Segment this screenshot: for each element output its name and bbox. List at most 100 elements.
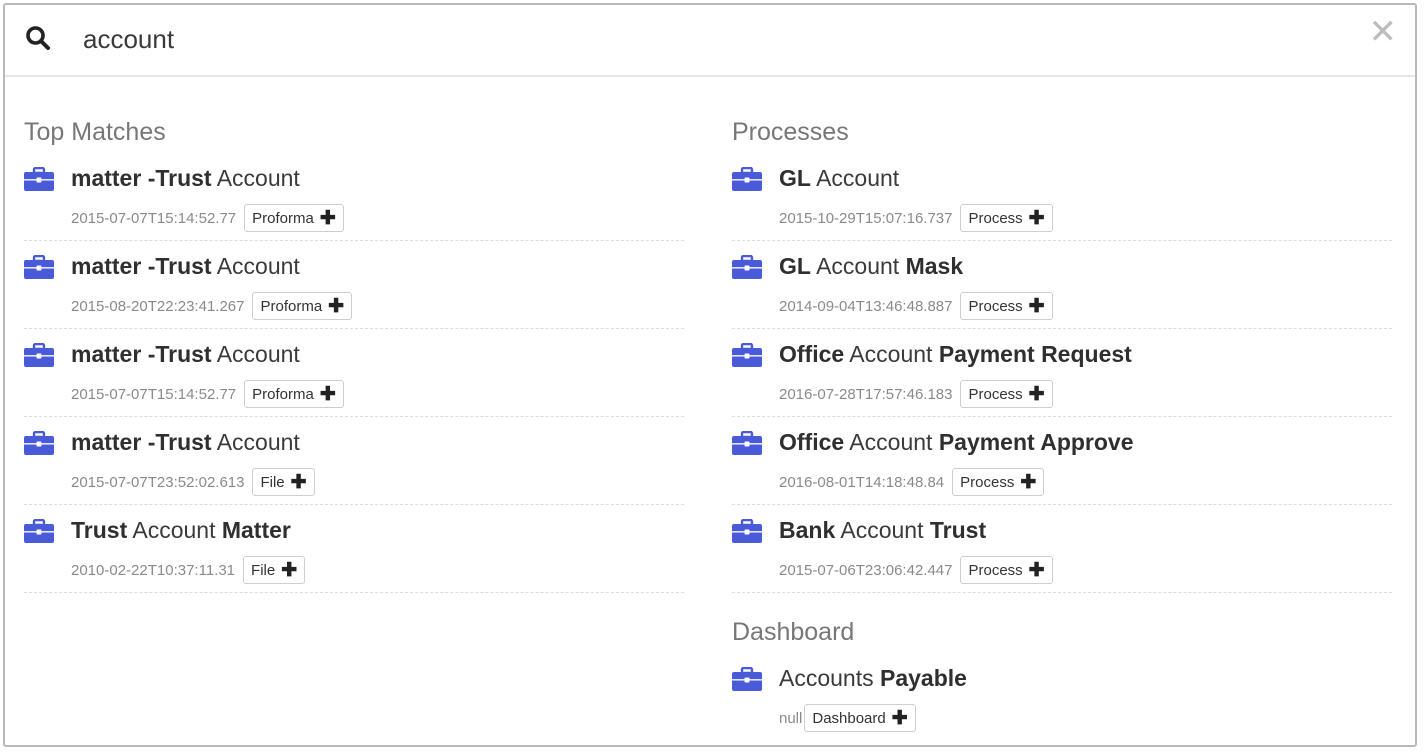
result-meta: 2015-07-07T15:14:52.77 Proforma ✚ xyxy=(71,380,344,408)
result-row[interactable]: matter -Trust Account 2015-07-07T15:14:52… xyxy=(24,329,684,417)
result-row[interactable]: Accounts Payable null Dashboard ✚ xyxy=(732,653,1392,741)
title-part: Bank xyxy=(779,517,836,543)
result-title[interactable]: GL Account xyxy=(779,165,899,192)
dashboard-list: Accounts Payable null Dashboard ✚ xyxy=(732,653,1392,741)
type-tag-button[interactable]: Process ✚ xyxy=(960,292,1053,320)
result-row[interactable]: GL Account 2015-10-29T15:07:16.737 Process… xyxy=(732,153,1392,241)
type-tag-label: File xyxy=(251,561,276,579)
timestamp: 2015-07-07T15:14:52.77 xyxy=(71,209,237,227)
title-part: GL xyxy=(779,253,811,279)
result-meta: 2016-08-01T14:18:48.84 Process ✚ xyxy=(779,468,1045,496)
briefcase-icon xyxy=(24,254,54,279)
title-part: Office xyxy=(779,429,845,455)
title-part: GL xyxy=(779,165,811,191)
title-part: matter -Trust xyxy=(71,429,212,455)
result-row[interactable]: matter -Trust Account 2015-07-07T15:14:52… xyxy=(24,153,684,241)
title-part: Trust xyxy=(929,517,987,543)
type-tag-label: Proforma xyxy=(260,297,323,315)
timestamp: 2010-02-22T10:37:11.31 xyxy=(71,561,236,579)
plus-icon: ✚ xyxy=(328,295,345,317)
plus-icon: ✚ xyxy=(1028,383,1045,405)
briefcase-icon xyxy=(732,166,762,191)
timestamp: 2015-08-20T22:23:41.267 xyxy=(71,297,245,315)
type-tag-label: Process xyxy=(968,209,1023,227)
result-title[interactable]: GL Account Mask xyxy=(779,253,963,280)
result-meta: 2015-08-20T22:23:41.267 Proforma ✚ xyxy=(71,292,353,320)
timestamp: 2015-07-07T15:14:52.77 xyxy=(71,385,237,403)
timestamp: 2016-07-28T17:57:46.183 xyxy=(779,385,953,403)
briefcase-icon xyxy=(24,166,54,191)
type-tag-button[interactable]: File ✚ xyxy=(252,468,315,496)
processes-column: Processes GL Account 2015-10-29T15:07:16.… xyxy=(732,113,1392,741)
search-icon xyxy=(26,26,50,50)
processes-list: GL Account 2015-10-29T15:07:16.737 Process… xyxy=(732,153,1392,593)
title-part: Payment Approve xyxy=(938,429,1134,455)
timestamp: 2015-07-07T23:52:02.613 xyxy=(71,473,245,491)
search-panel: ✕ Top Matches matter -Trust Account 2015-… xyxy=(3,3,1417,747)
dashboard-heading: Dashboard xyxy=(732,618,855,646)
type-tag-button[interactable]: File ✚ xyxy=(243,556,306,584)
title-part: Office xyxy=(779,341,845,367)
timestamp: null xyxy=(779,709,803,727)
title-part: Payable xyxy=(880,665,967,691)
result-title[interactable]: Office Account Payment Approve xyxy=(779,429,1134,456)
top-matches-heading: Top Matches xyxy=(24,118,166,146)
briefcase-icon xyxy=(24,430,54,455)
result-row[interactable]: matter -Trust Account 2015-08-20T22:23:41… xyxy=(24,241,684,329)
type-tag-label: Process xyxy=(968,385,1023,403)
result-row[interactable]: Trust Account Matter 2010-02-22T10:37:11.… xyxy=(24,505,684,593)
result-row[interactable]: Office Account Payment Approve 2016-08-01… xyxy=(732,417,1392,505)
result-meta: null Dashboard ✚ xyxy=(779,704,916,732)
search-input[interactable] xyxy=(83,19,1283,59)
type-tag-button[interactable]: Process ✚ xyxy=(960,556,1053,584)
result-meta: 2014-09-04T13:46:48.887 Process ✚ xyxy=(779,292,1053,320)
plus-icon: ✚ xyxy=(281,559,298,581)
briefcase-icon xyxy=(24,518,54,543)
briefcase-icon xyxy=(732,666,762,691)
result-title[interactable]: matter -Trust Account xyxy=(71,429,300,456)
title-part: Account xyxy=(810,253,906,279)
result-row[interactable]: Office Account Payment Request 2016-07-28… xyxy=(732,329,1392,417)
top-matches-list: matter -Trust Account 2015-07-07T15:14:52… xyxy=(24,153,684,593)
type-tag-label: Dashboard xyxy=(812,709,886,727)
briefcase-icon xyxy=(732,342,762,367)
title-part: s xyxy=(862,665,880,691)
result-meta: 2016-07-28T17:57:46.183 Process ✚ xyxy=(779,380,1053,408)
top-matches-column: Top Matches matter -Trust Account 2015-07… xyxy=(24,113,684,593)
result-meta: 2010-02-22T10:37:11.31 File ✚ xyxy=(71,556,306,584)
result-meta: 2015-07-07T23:52:02.613 File ✚ xyxy=(71,468,315,496)
type-tag-button[interactable]: Process ✚ xyxy=(960,204,1053,232)
type-tag-button[interactable]: Dashboard ✚ xyxy=(804,704,916,732)
result-title[interactable]: Bank Account Trust xyxy=(779,517,986,544)
type-tag-button[interactable]: Proforma ✚ xyxy=(244,204,344,232)
title-part: Mask xyxy=(905,253,964,279)
briefcase-icon xyxy=(732,430,762,455)
plus-icon: ✚ xyxy=(1020,471,1037,493)
type-tag-button[interactable]: Process ✚ xyxy=(952,468,1045,496)
title-part: matter -Trust xyxy=(71,165,212,191)
result-title[interactable]: matter -Trust Account xyxy=(71,341,300,368)
type-tag-button[interactable]: Proforma ✚ xyxy=(252,292,353,320)
title-part: Matter xyxy=(221,517,291,543)
type-tag-label: Proforma xyxy=(252,209,314,227)
plus-icon: ✚ xyxy=(290,471,307,493)
result-title[interactable]: matter -Trust Account xyxy=(71,165,300,192)
type-tag-button[interactable]: Proforma ✚ xyxy=(244,380,344,408)
result-row[interactable]: matter -Trust Account 2015-07-07T23:52:02… xyxy=(24,417,684,505)
plus-icon: ✚ xyxy=(319,383,336,405)
close-icon[interactable]: ✕ xyxy=(1369,15,1398,49)
result-row[interactable]: GL Account Mask 2014-09-04T13:46:48.887 Pr… xyxy=(732,241,1392,329)
result-title[interactable]: Accounts Payable xyxy=(779,665,967,692)
result-title[interactable]: matter -Trust Account xyxy=(71,253,300,280)
timestamp: 2015-07-06T23:06:42.447 xyxy=(779,561,953,579)
result-meta: 2015-07-06T23:06:42.447 Process ✚ xyxy=(779,556,1053,584)
title-part: Account xyxy=(211,429,300,455)
type-tag-label: Process xyxy=(968,297,1023,315)
result-title[interactable]: Office Account Payment Request xyxy=(779,341,1132,368)
result-title[interactable]: Trust Account Matter xyxy=(71,517,291,544)
type-tag-button[interactable]: Process ✚ xyxy=(960,380,1053,408)
processes-heading: Processes xyxy=(732,118,849,146)
result-row[interactable]: Bank Account Trust 2015-07-06T23:06:42.44… xyxy=(732,505,1392,593)
title-part: Account xyxy=(844,429,939,455)
result-meta: 2015-10-29T15:07:16.737 Process ✚ xyxy=(779,204,1053,232)
